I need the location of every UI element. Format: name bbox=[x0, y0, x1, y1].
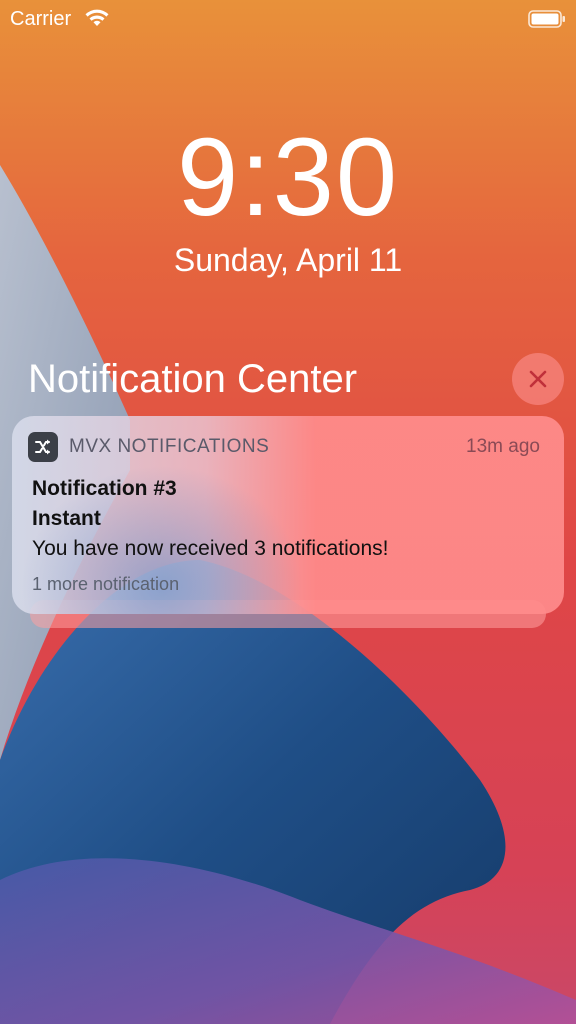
carrier-label: Carrier bbox=[10, 8, 72, 30]
clock-time: 9:30 bbox=[176, 116, 400, 239]
lock-screen: Carrier 9:30 Sunday, April 11 Notificati… bbox=[0, 0, 576, 1024]
battery-icon bbox=[528, 10, 565, 28]
notification-body: You have now received 3 notifications! bbox=[32, 537, 389, 560]
app-name: MVX NOTIFICATIONS bbox=[69, 436, 270, 457]
close-button[interactable] bbox=[512, 353, 564, 405]
app-icon bbox=[28, 432, 58, 462]
shuffle-icon bbox=[35, 439, 50, 455]
close-icon bbox=[529, 370, 547, 388]
status-bar: Carrier bbox=[0, 0, 576, 40]
notification-subtitle: Instant bbox=[32, 507, 101, 530]
notification-center-title: Notification Center bbox=[28, 357, 358, 401]
clock-date: Sunday, April 11 bbox=[173, 242, 403, 278]
wifi-icon bbox=[85, 9, 109, 26]
notification-timestamp: 13m ago bbox=[466, 436, 540, 457]
more-notifications-label: 1 more notification bbox=[32, 574, 180, 594]
notification-card[interactable]: MVX NOTIFICATIONS 13m ago Notification #… bbox=[12, 416, 564, 614]
notification-title: Notification #3 bbox=[32, 477, 177, 500]
